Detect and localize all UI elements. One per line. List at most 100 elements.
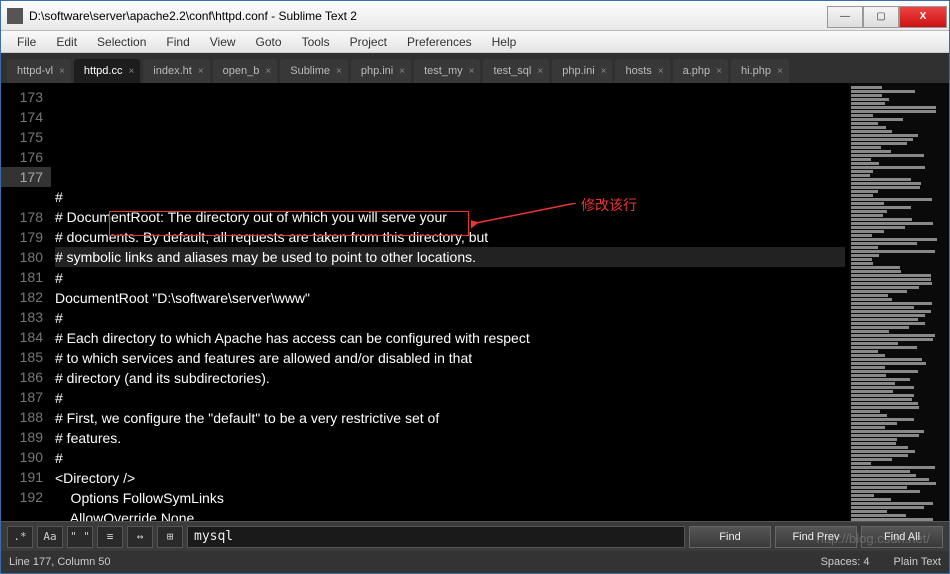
line-number: 186	[5, 367, 43, 387]
line-number: 182	[5, 287, 43, 307]
titlebar[interactable]: D:\software\server\apache2.2\conf\httpd.…	[1, 1, 949, 31]
tabbar: httpd-vl×httpd.cc×index.ht×open_b×Sublim…	[1, 53, 949, 83]
find-opt-case[interactable]: Aa	[37, 526, 63, 548]
menu-file[interactable]: File	[7, 33, 46, 51]
code-line: # symbolic links and aliases may be used…	[55, 247, 845, 267]
close-icon[interactable]: ×	[128, 66, 134, 77]
line-number: 187	[5, 387, 43, 407]
code-line: #	[55, 187, 845, 207]
menu-goto[interactable]: Goto	[246, 33, 292, 51]
close-icon[interactable]: ×	[601, 66, 607, 77]
line-number: 175	[5, 127, 43, 147]
app-icon	[7, 8, 23, 24]
line-number: 183	[5, 307, 43, 327]
tab-label: test_sql	[493, 65, 531, 77]
close-icon[interactable]: ×	[716, 66, 722, 77]
close-icon[interactable]: ×	[469, 66, 475, 77]
tab-index-ht[interactable]: index.ht ×	[143, 59, 209, 83]
close-icon[interactable]: ×	[336, 66, 342, 77]
tab-label: a.php	[683, 65, 711, 77]
tab-label: hi.php	[741, 65, 771, 77]
tab-label: php.ini	[562, 65, 594, 77]
tab-label: open_b	[223, 65, 260, 77]
tab-label: index.ht	[153, 65, 192, 77]
window-title: D:\software\server\apache2.2\conf\httpd.…	[29, 9, 827, 23]
maximize-button[interactable]: ▢	[863, 6, 899, 28]
tab-label: php.ini	[361, 65, 393, 77]
find-input[interactable]	[187, 526, 685, 548]
line-gutter: 1731741751761771781791801811821831841851…	[1, 83, 51, 521]
menu-tools[interactable]: Tools	[292, 33, 340, 51]
tab-test_my[interactable]: test_my ×	[414, 59, 480, 83]
find-opt-highlight[interactable]: ⊞	[157, 526, 183, 548]
line-number: 176	[5, 147, 43, 167]
code-line: # Each directory to which Apache has acc…	[55, 328, 845, 348]
line-number: 189	[5, 427, 43, 447]
code-line: #	[55, 268, 845, 288]
find-opt-regex[interactable]: .*	[7, 526, 33, 548]
code-line: # features.	[55, 428, 845, 448]
tab-Sublime[interactable]: Sublime ×	[280, 59, 348, 83]
minimap[interactable]	[849, 83, 949, 521]
tab-php-ini[interactable]: php.ini ×	[552, 59, 612, 83]
tab-a-php[interactable]: a.php ×	[673, 59, 728, 83]
menu-project[interactable]: Project	[340, 33, 397, 51]
tab-label: httpd.cc	[84, 65, 123, 77]
tab-test_sql[interactable]: test_sql ×	[483, 59, 549, 83]
menu-preferences[interactable]: Preferences	[397, 33, 482, 51]
watermark-text: http://blog.csdn.net/	[817, 531, 930, 546]
annotation-label: 修改该行	[581, 195, 637, 215]
line-number: 191	[5, 467, 43, 487]
tab-label: hosts	[625, 65, 651, 77]
code-view[interactable]: 修改该行 ## DocumentRoot: The directory out …	[51, 83, 849, 521]
tab-httpd-cc[interactable]: httpd.cc ×	[74, 59, 140, 83]
code-line: # First, we configure the "default" to b…	[55, 408, 845, 428]
minimize-button[interactable]: —	[827, 6, 863, 28]
status-position: Line 177, Column 50	[9, 556, 111, 568]
status-spaces[interactable]: Spaces: 4	[821, 556, 870, 568]
statusbar: Line 177, Column 50 Spaces: 4 Plain Text	[1, 551, 949, 573]
line-number: 190	[5, 447, 43, 467]
close-icon[interactable]: ×	[198, 66, 204, 77]
line-number: 174	[5, 107, 43, 127]
find-opt-inselection[interactable]: ↔	[127, 526, 153, 548]
tab-hi-php[interactable]: hi.php ×	[731, 59, 789, 83]
tab-httpd-vl[interactable]: httpd-vl×	[7, 59, 71, 83]
line-number: 188	[5, 407, 43, 427]
line-number: 173	[5, 87, 43, 107]
close-icon[interactable]: ×	[537, 66, 543, 77]
line-number: 184	[5, 327, 43, 347]
menu-selection[interactable]: Selection	[87, 33, 156, 51]
status-syntax[interactable]: Plain Text	[894, 556, 942, 568]
code-line: #	[55, 308, 845, 328]
code-line: <Directory />	[55, 468, 845, 488]
menu-help[interactable]: Help	[482, 33, 527, 51]
close-icon[interactable]: ×	[777, 66, 783, 77]
tab-open_b[interactable]: open_b ×	[213, 59, 278, 83]
tab-hosts[interactable]: hosts ×	[615, 59, 669, 83]
find-button[interactable]: Find	[689, 526, 771, 548]
line-number: 179	[5, 227, 43, 247]
line-number: 185	[5, 347, 43, 367]
close-icon[interactable]: ×	[265, 66, 271, 77]
window-controls: — ▢ X	[827, 6, 947, 26]
line-number: 180	[5, 247, 43, 267]
line-number: 181	[5, 267, 43, 287]
menu-edit[interactable]: Edit	[46, 33, 87, 51]
code-line: Options FollowSymLinks	[55, 488, 845, 508]
tab-label: Sublime	[290, 65, 330, 77]
tab-php-ini[interactable]: php.ini ×	[351, 59, 411, 83]
tab-label: test_my	[424, 65, 463, 77]
close-icon[interactable]: ×	[658, 66, 664, 77]
menu-find[interactable]: Find	[156, 33, 199, 51]
close-button[interactable]: X	[899, 6, 947, 28]
app-window: D:\software\server\apache2.2\conf\httpd.…	[0, 0, 950, 574]
code-line: # to which services and features are all…	[55, 348, 845, 368]
close-icon[interactable]: ×	[399, 66, 405, 77]
find-opt-wrap[interactable]: ≡	[97, 526, 123, 548]
close-icon[interactable]: ×	[59, 66, 65, 77]
line-number: 192	[5, 487, 43, 507]
code-line: #	[55, 388, 845, 408]
find-opt-word[interactable]: " "	[67, 526, 93, 548]
menu-view[interactable]: View	[200, 33, 246, 51]
